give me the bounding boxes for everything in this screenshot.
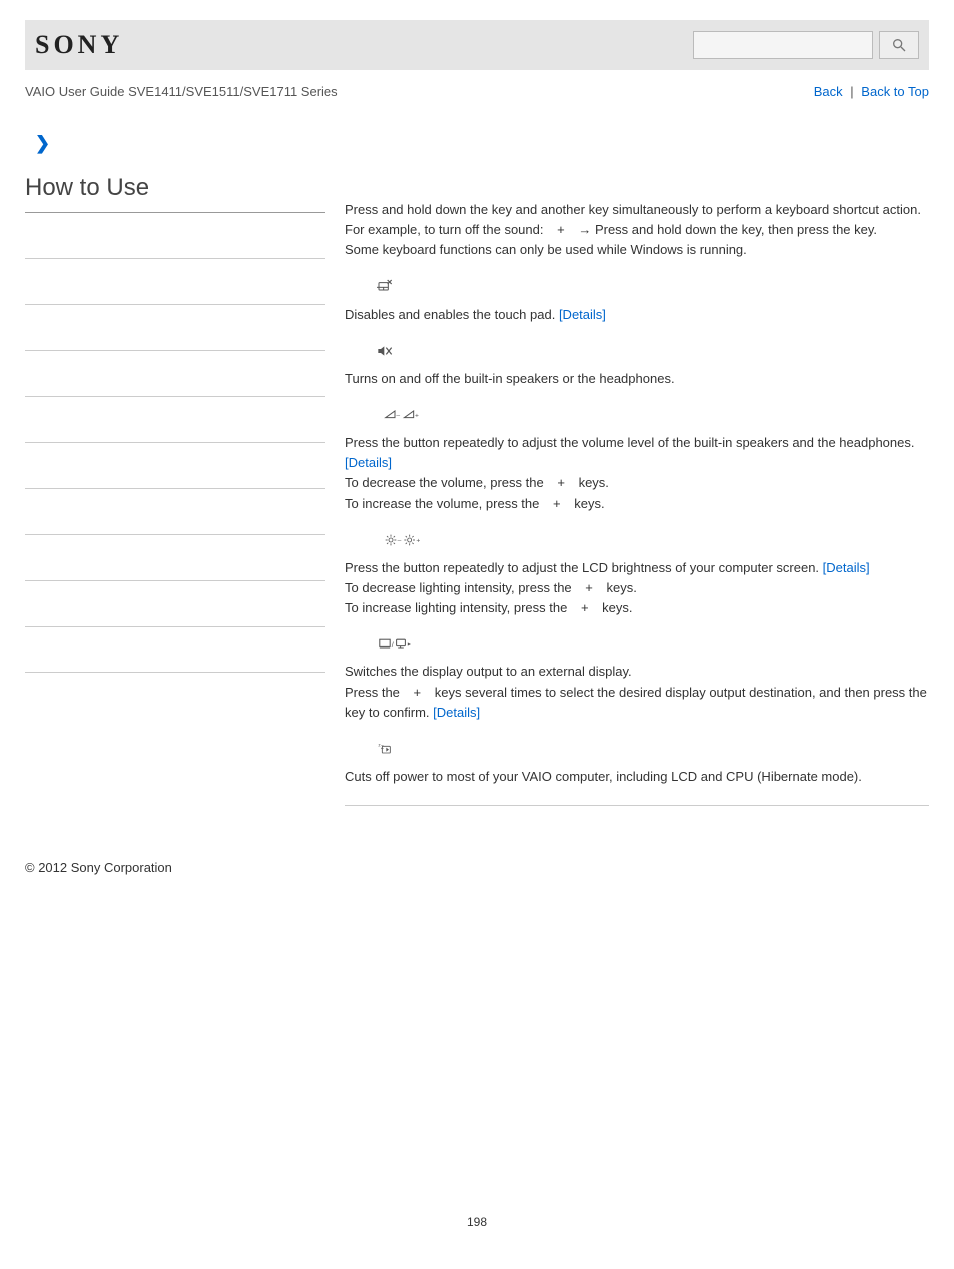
brightness-details-link[interactable]: [Details]	[823, 560, 870, 575]
search-group	[693, 31, 919, 59]
section-divider	[345, 805, 929, 806]
display-desc: Switches the display output to an extern…	[345, 662, 929, 682]
sidebar-item[interactable]	[25, 443, 325, 489]
sidebar-item[interactable]	[25, 213, 325, 259]
svg-text:+: +	[416, 537, 420, 544]
sidebar-item[interactable]	[25, 305, 325, 351]
svg-text:–: –	[396, 413, 400, 420]
touchpad-desc: Disables and enables the touch pad.	[345, 307, 559, 322]
main-content: Press and hold down the key and another …	[345, 174, 929, 830]
intro-example: For example, to turn off the sound: + → …	[345, 220, 929, 240]
mute-icon	[375, 343, 395, 359]
hibernate-desc: Cuts off power to most of your VAIO comp…	[345, 767, 929, 787]
touchpad-details-link[interactable]: [Details]	[559, 307, 606, 322]
search-button[interactable]	[879, 31, 919, 59]
sidebar-item[interactable]	[25, 397, 325, 443]
svg-text:–: –	[398, 537, 402, 544]
svg-text:/: /	[392, 640, 394, 649]
function-touchpad: Disables and enables the touch pad. [Det…	[345, 278, 929, 324]
volume-details-link[interactable]: [Details]	[345, 455, 392, 470]
separator: |	[846, 84, 857, 99]
volume-desc: Press the button repeatedly to adjust th…	[345, 435, 914, 450]
display-instructions: Press the + keys several times to select…	[345, 683, 929, 723]
breadcrumb-arrow-row: ❯	[25, 123, 929, 174]
touchpad-disable-icon	[375, 278, 395, 294]
function-brightness: – + Press the button repeatedly to adjus…	[345, 532, 929, 619]
sidebar-item[interactable]	[25, 351, 325, 397]
display-details-link[interactable]: [Details]	[433, 705, 480, 720]
brightness-increase: To increase lighting intensity, press th…	[345, 598, 929, 618]
back-to-top-link[interactable]: Back to Top	[861, 84, 929, 99]
volume-increase: To increase the volume, press the + keys…	[345, 494, 929, 514]
volume-minus-plus-icon: – +	[375, 407, 431, 423]
back-link[interactable]: Back	[814, 84, 843, 99]
function-hibernate: z z Cuts off power to most of your VAIO …	[345, 741, 929, 787]
function-mute: Turns on and off the built-in speakers o…	[345, 343, 929, 389]
guide-title: VAIO User Guide SVE1411/SVE1511/SVE1711 …	[25, 84, 338, 99]
brightness-decrease: To decrease lighting intensity, press th…	[345, 578, 929, 598]
sidebar-item[interactable]	[25, 627, 325, 673]
intro-paragraph: Press and hold down the key and another …	[345, 200, 929, 220]
sub-header: VAIO User Guide SVE1411/SVE1511/SVE1711 …	[25, 70, 929, 123]
function-volume: – + Press the button repeatedly to adjus…	[345, 407, 929, 514]
sidebar-item[interactable]	[25, 535, 325, 581]
function-display-output: / Switches the display output to an exte…	[345, 636, 929, 723]
sidebar-title: How to Use	[25, 174, 325, 212]
search-icon	[891, 37, 907, 53]
hibernate-icon: z z	[375, 741, 395, 757]
sidebar: How to Use	[25, 174, 325, 830]
header-bar: SONY	[25, 20, 929, 70]
copyright: © 2012 Sony Corporation	[25, 860, 929, 875]
chevron-right-icon: ❯	[35, 133, 50, 153]
brightness-desc: Press the button repeatedly to adjust th…	[345, 560, 823, 575]
brightness-minus-plus-icon: – +	[375, 532, 435, 548]
intro-note: Some keyboard functions can only be used…	[345, 240, 929, 260]
search-input[interactable]	[693, 31, 873, 59]
sidebar-item[interactable]	[25, 489, 325, 535]
sidebar-item[interactable]	[25, 259, 325, 305]
sidebar-item[interactable]	[25, 581, 325, 627]
display-output-icon: /	[375, 636, 415, 652]
sony-logo: SONY	[35, 30, 123, 60]
volume-decrease: To decrease the volume, press the + keys…	[345, 473, 929, 493]
svg-text:+: +	[415, 413, 419, 420]
mute-desc: Turns on and off the built-in speakers o…	[345, 369, 929, 389]
page-number: 198	[25, 1215, 929, 1229]
